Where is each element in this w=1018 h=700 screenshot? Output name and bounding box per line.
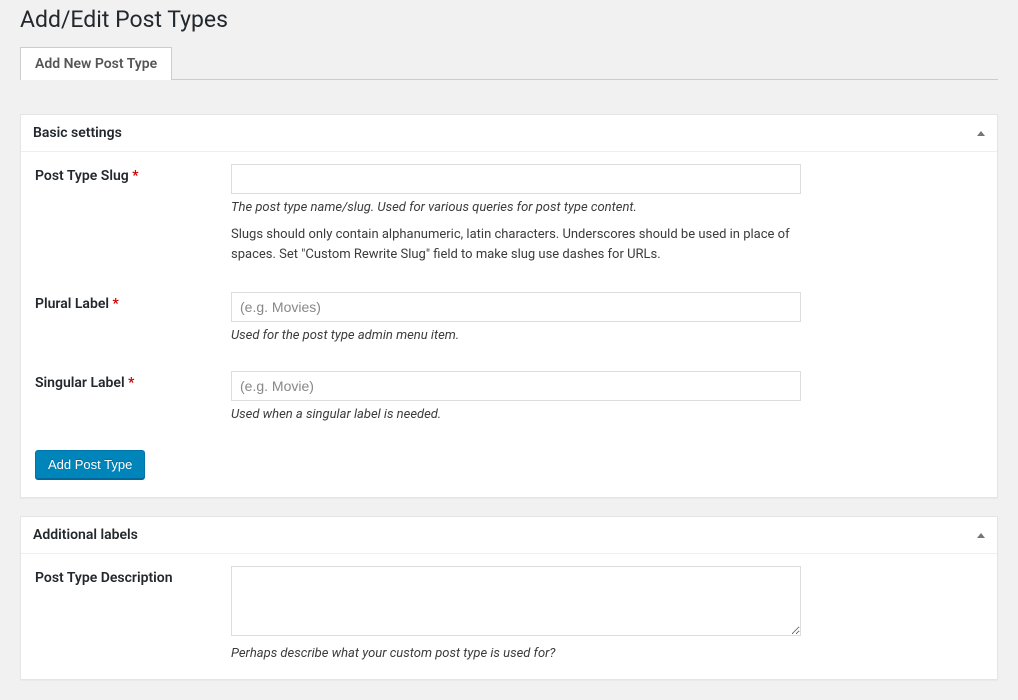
required-asterisk: * bbox=[132, 168, 138, 184]
post-type-description-textarea[interactable] bbox=[231, 566, 801, 636]
label-plural-text: Plural Label bbox=[35, 296, 109, 312]
help-slug-1: The post type name/slug. Used for variou… bbox=[231, 200, 801, 215]
add-post-type-button[interactable]: Add Post Type bbox=[35, 450, 145, 479]
row-singular-label: Singular Label * Used when a singular la… bbox=[35, 371, 983, 422]
panel-additional-header: Additional labels bbox=[21, 517, 997, 554]
row-post-type-description: Post Type Description Perhaps describe w… bbox=[35, 566, 983, 661]
label-singular-text: Singular Label bbox=[35, 375, 125, 391]
plural-label-input[interactable] bbox=[231, 292, 801, 322]
panel-basic-header: Basic settings bbox=[21, 115, 997, 152]
help-description: Perhaps describe what your custom post t… bbox=[231, 646, 801, 661]
help-slug-2: Slugs should only contain alphanumeric, … bbox=[231, 225, 801, 264]
collapse-icon[interactable] bbox=[977, 131, 985, 136]
collapse-icon[interactable] bbox=[977, 533, 985, 538]
help-singular: Used when a singular label is needed. bbox=[231, 407, 801, 422]
required-asterisk: * bbox=[113, 296, 119, 312]
help-plural: Used for the post type admin menu item. bbox=[231, 328, 801, 343]
label-singular: Singular Label * bbox=[35, 371, 231, 391]
row-post-type-slug: Post Type Slug * The post type name/slug… bbox=[35, 164, 983, 264]
singular-label-input[interactable] bbox=[231, 371, 801, 401]
label-plural: Plural Label * bbox=[35, 292, 231, 312]
required-asterisk: * bbox=[128, 375, 134, 391]
label-description: Post Type Description bbox=[35, 566, 231, 586]
panel-additional-labels: Additional labels Post Type Description … bbox=[20, 516, 998, 680]
label-post-type-slug: Post Type Slug * bbox=[35, 164, 231, 184]
post-type-slug-input[interactable] bbox=[231, 164, 801, 194]
panel-basic-settings: Basic settings Post Type Slug * The post… bbox=[20, 114, 998, 498]
tab-bar: Add New Post Type bbox=[20, 47, 998, 80]
label-post-type-slug-text: Post Type Slug bbox=[35, 168, 129, 184]
panel-additional-title: Additional labels bbox=[33, 527, 138, 543]
panel-basic-title: Basic settings bbox=[33, 125, 122, 141]
row-plural-label: Plural Label * Used for the post type ad… bbox=[35, 292, 983, 343]
page-title: Add/Edit Post Types bbox=[20, 6, 998, 33]
tab-add-new-post-type[interactable]: Add New Post Type bbox=[20, 47, 172, 80]
